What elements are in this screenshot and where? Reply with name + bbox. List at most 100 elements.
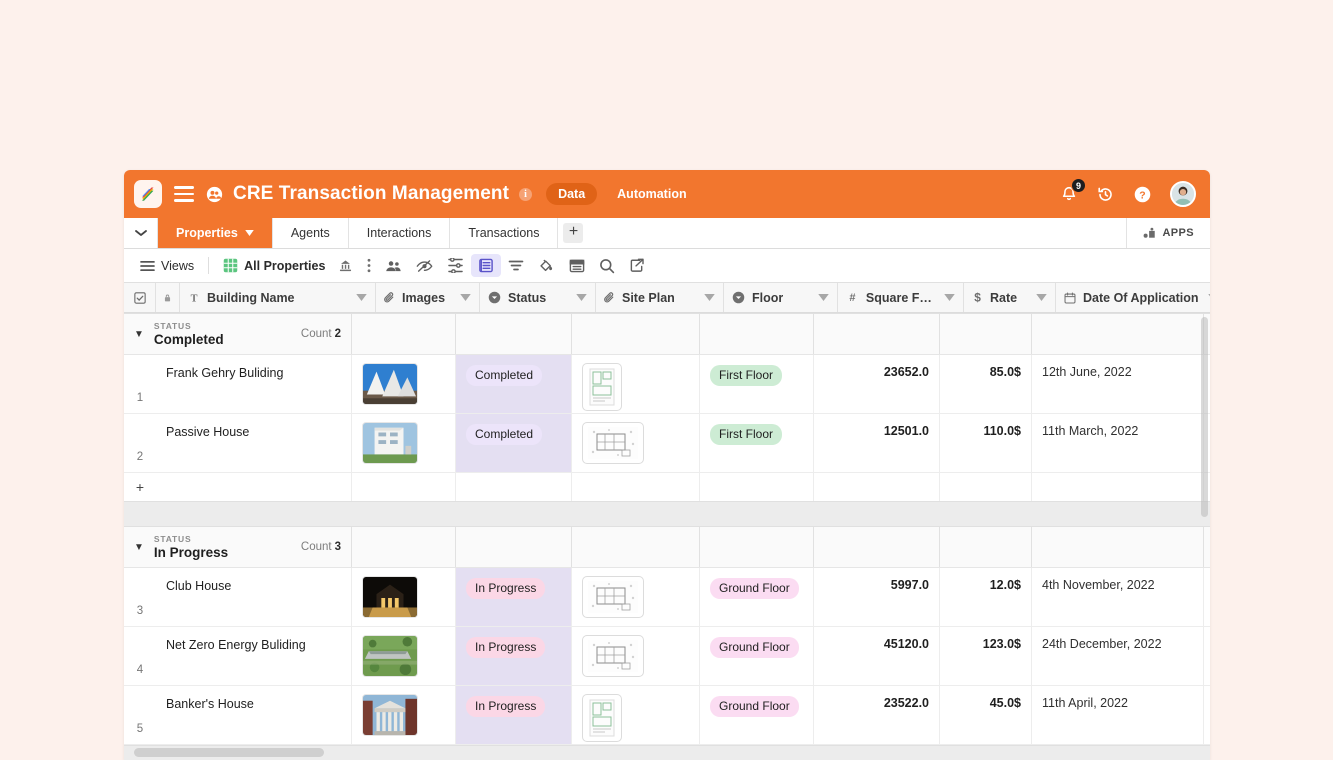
cell-building-name[interactable]: Club House <box>156 568 352 626</box>
cell-status[interactable]: In Progress <box>456 627 572 685</box>
column-header-images[interactable]: Images <box>376 283 480 312</box>
group-collapse-caret-icon[interactable]: ▼ <box>134 329 144 340</box>
apps-button[interactable]: APPS <box>1127 218 1210 248</box>
table-row[interactable]: 4 Net Zero Energy Buliding In Progress G… <box>124 627 1210 686</box>
net-zero-energy-building-photo[interactable] <box>362 635 418 677</box>
cell-floor[interactable]: Ground Floor <box>700 568 814 626</box>
automation-link[interactable]: Automation <box>617 187 686 201</box>
table-row[interactable]: 2 Passive House Completed First Floor 12… <box>124 414 1210 473</box>
column-header-site-plan[interactable]: Site Plan <box>596 283 724 312</box>
cell-site-plan[interactable] <box>572 414 700 472</box>
field-settings-sliders-icon[interactable] <box>440 254 471 277</box>
site-plan-thumbnail-wide[interactable] <box>582 422 644 464</box>
column-header-floor[interactable]: Floor <box>724 283 838 312</box>
column-header-status[interactable]: Status <box>480 283 596 312</box>
column-header-building-name[interactable]: T Building Name <box>180 283 376 312</box>
cell-building-name[interactable]: Net Zero Energy Buliding <box>156 627 352 685</box>
cell-images[interactable] <box>352 686 456 744</box>
bell-icon[interactable]: 9 <box>1060 178 1086 203</box>
bankers-house-photo[interactable] <box>362 694 418 736</box>
cell-date-of-application[interactable]: 12th June, 2022 <box>1032 355 1204 413</box>
current-view-button[interactable]: All Properties <box>217 254 331 277</box>
cell-rate[interactable]: 123.0$ <box>940 627 1032 685</box>
cell-rate[interactable]: 45.0$ <box>940 686 1032 744</box>
cell-images[interactable] <box>352 355 456 413</box>
cell-building-name[interactable]: Frank Gehry Buliding <box>156 355 352 413</box>
cell-square-feet[interactable]: 45120.0 <box>814 627 940 685</box>
views-button[interactable]: Views <box>134 255 200 277</box>
view-lock-icon[interactable] <box>331 255 360 276</box>
group-header-main[interactable]: ▼ STATUS In Progress Count 3 <box>124 527 352 567</box>
group-collapse-caret-icon[interactable]: ▼ <box>134 542 144 553</box>
cell-floor[interactable]: Ground Floor <box>700 627 814 685</box>
horizontal-scrollbar[interactable] <box>134 748 324 757</box>
hide-fields-eye-slash-icon[interactable] <box>409 255 440 277</box>
cell-square-feet[interactable]: 5997.0 <box>814 568 940 626</box>
cell-date-of-application[interactable]: 11th March, 2022 <box>1032 414 1204 472</box>
group-summary-icon[interactable] <box>562 255 592 277</box>
hamburger-icon[interactable] <box>174 186 194 202</box>
tab-agents[interactable]: Agents <box>273 218 349 248</box>
cell-status[interactable]: Completed <box>456 355 572 413</box>
history-undo-icon[interactable] <box>1096 185 1115 204</box>
site-plan-thumbnail-tall[interactable] <box>582 363 622 411</box>
tab-properties[interactable]: Properties <box>158 218 273 248</box>
share-collaborators-icon[interactable] <box>378 255 409 277</box>
team-members-icon[interactable] <box>206 186 223 203</box>
site-plan-thumbnail-wide[interactable] <box>582 635 644 677</box>
add-table-button[interactable]: + <box>558 218 588 248</box>
cell-rate[interactable]: 85.0$ <box>940 355 1032 413</box>
cell-images[interactable] <box>352 627 456 685</box>
cell-date-of-application[interactable]: 11th April, 2022 <box>1032 686 1204 744</box>
vertical-scrollbar[interactable] <box>1201 317 1208 517</box>
site-plan-thumbnail-tall[interactable] <box>582 694 622 742</box>
group-header-main[interactable]: ▼ STATUS Completed Count 2 <box>124 314 352 354</box>
cell-square-feet[interactable]: 23652.0 <box>814 355 940 413</box>
cell-building-name[interactable]: Banker's House <box>156 686 352 744</box>
cell-rate[interactable]: 12.0$ <box>940 568 1032 626</box>
tab-interactions[interactable]: Interactions <box>349 218 451 248</box>
club-house-night-photo[interactable] <box>362 576 418 618</box>
cell-images[interactable] <box>352 414 456 472</box>
cell-site-plan[interactable] <box>572 568 700 626</box>
cell-status[interactable]: In Progress <box>456 686 572 744</box>
cell-floor[interactable]: Ground Floor <box>700 686 814 744</box>
tab-transactions[interactable]: Transactions <box>450 218 559 248</box>
user-avatar[interactable] <box>1170 181 1196 207</box>
help-question-icon[interactable]: ? <box>1133 185 1152 204</box>
cell-square-feet[interactable]: 23522.0 <box>814 686 940 744</box>
app-logo[interactable] <box>134 180 162 208</box>
share-export-icon[interactable] <box>622 254 652 277</box>
cell-date-of-application[interactable]: 4th November, 2022 <box>1032 568 1204 626</box>
column-header-rate[interactable]: $ Rate <box>964 283 1056 312</box>
data-tab-pill[interactable]: Data <box>546 183 598 205</box>
frank-gehry-building-photo[interactable] <box>362 363 418 405</box>
cell-status[interactable]: Completed <box>456 414 572 472</box>
select-all-checkbox[interactable] <box>124 283 156 312</box>
cell-building-name[interactable]: Passive House <box>156 414 352 472</box>
cell-rate[interactable]: 110.0$ <box>940 414 1032 472</box>
cell-square-feet[interactable]: 12501.0 <box>814 414 940 472</box>
cell-status[interactable]: In Progress <box>456 568 572 626</box>
tabbar-collapse-chevron-down-icon[interactable] <box>124 218 158 248</box>
cell-date-of-application[interactable]: 24th December, 2022 <box>1032 627 1204 685</box>
cell-site-plan[interactable] <box>572 627 700 685</box>
table-row[interactable]: 1 Frank Gehry Buliding Completed First F… <box>124 355 1210 414</box>
table-row[interactable]: 5 Banker's House In Progress Ground Floo… <box>124 686 1210 745</box>
add-record-row[interactable]: + <box>124 473 1210 501</box>
info-icon[interactable]: i <box>519 187 533 201</box>
cell-floor[interactable]: First Floor <box>700 355 814 413</box>
cell-site-plan[interactable] <box>572 686 700 744</box>
cell-floor[interactable]: First Floor <box>700 414 814 472</box>
color-fill-icon[interactable] <box>531 254 562 277</box>
column-header-square-feet[interactable]: # Square Feet <box>838 283 964 312</box>
cell-images[interactable] <box>352 568 456 626</box>
row-height-icon[interactable] <box>471 254 502 277</box>
search-icon[interactable] <box>592 254 622 278</box>
group-header[interactable]: ▼ STATUS Completed Count 2 <box>124 314 1210 355</box>
kebab-menu-icon[interactable] <box>360 254 378 277</box>
add-record-plus-icon[interactable]: + <box>124 473 156 501</box>
table-row[interactable]: 3 Club House In Progress Ground Floor 59… <box>124 568 1210 627</box>
site-plan-thumbnail-wide[interactable] <box>582 576 644 618</box>
filter-icon[interactable] <box>501 255 531 276</box>
